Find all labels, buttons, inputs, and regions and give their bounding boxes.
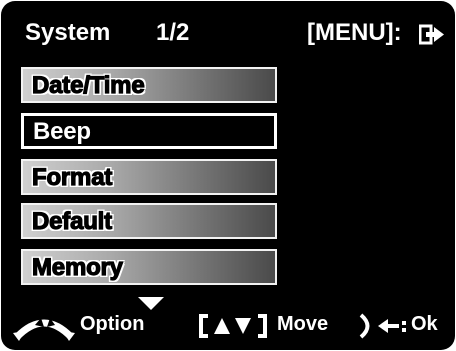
menu-item-label: Default xyxy=(31,207,112,235)
down-arrow-icon[interactable] xyxy=(138,297,164,311)
move-label: Move xyxy=(277,313,329,335)
up-down-bracket-icon xyxy=(199,314,267,338)
ok-label: Ok xyxy=(411,313,438,335)
menu-item-label: Memory xyxy=(31,253,123,281)
menu-item-default[interactable]: Default xyxy=(21,203,277,239)
control-hints-bar: Option Move Ok xyxy=(1,291,455,350)
camera-screen: System 1/2 [MENU]: Date/Time Beep Format… xyxy=(1,1,455,350)
menu-item-label: Beep xyxy=(33,118,91,145)
menu-item-beep[interactable]: Beep xyxy=(21,113,277,149)
option-label: Option xyxy=(80,313,145,335)
menu-item-format[interactable]: Format xyxy=(21,159,277,195)
shutter-press-icon xyxy=(359,313,406,339)
mode-dial-icon xyxy=(13,318,75,341)
menu-item-label: Date/Time xyxy=(31,71,145,99)
menu-item-memory[interactable]: Memory xyxy=(21,249,277,285)
menu-item-date-time[interactable]: Date/Time xyxy=(21,67,277,103)
menu-item-label: Format xyxy=(31,163,113,191)
